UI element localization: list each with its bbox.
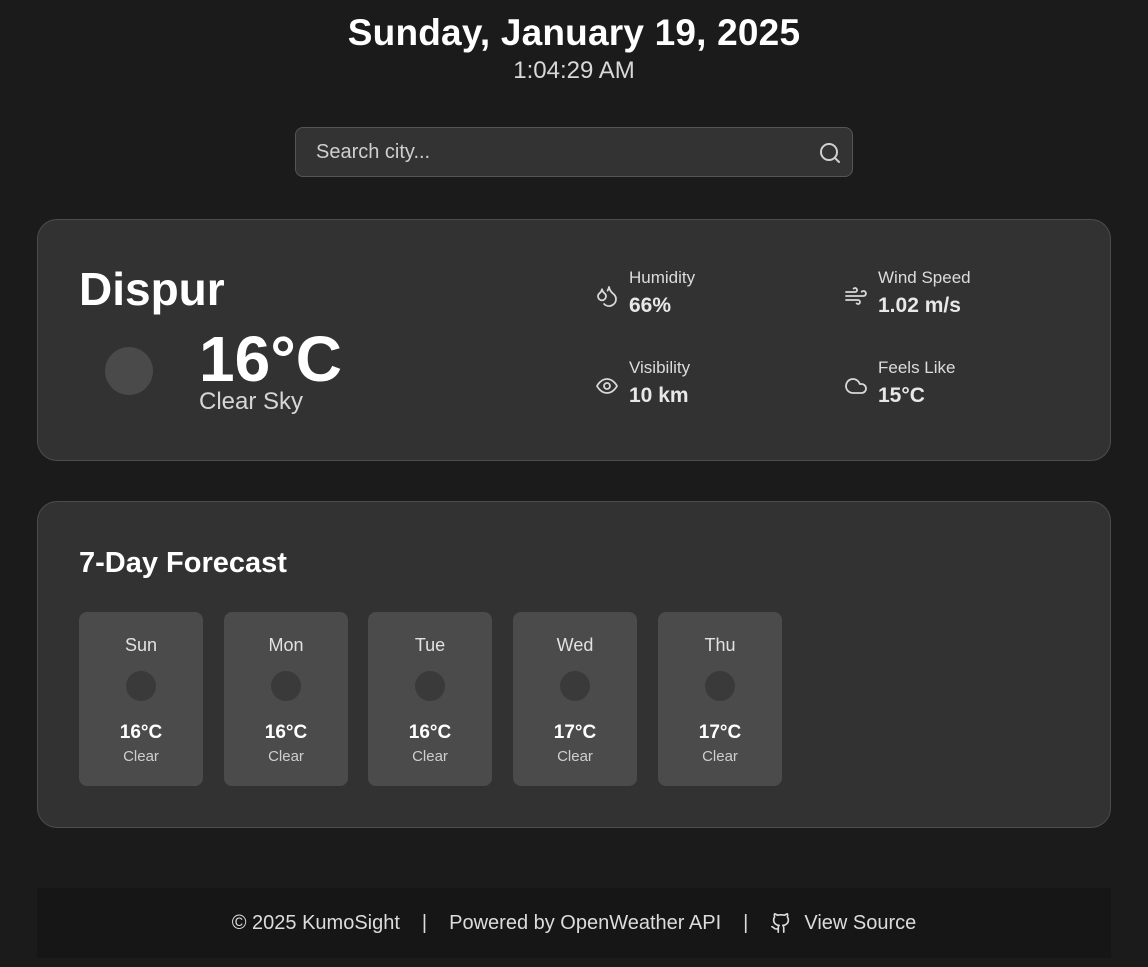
weather-icon	[126, 671, 156, 701]
footer-separator: |	[421, 911, 428, 934]
search-icon[interactable]	[818, 141, 842, 165]
forecast-day-card: Sun 16°C Clear	[79, 612, 203, 786]
wind-speed-stat: Wind Speed 1.02 m/s	[844, 268, 1064, 318]
forecast-day-card: Wed 17°C Clear	[513, 612, 637, 786]
forecast-day: Wed	[556, 635, 594, 655]
cloud-icon	[844, 374, 868, 398]
powered-by-text: Powered by OpenWeather API	[449, 911, 722, 934]
forecast-condition: Clear	[412, 748, 448, 765]
visibility-label: Visibility	[629, 358, 691, 377]
wind-speed-label: Wind Speed	[878, 268, 971, 287]
forecast-condition: Clear	[702, 748, 738, 765]
eye-icon	[595, 374, 619, 398]
search-input[interactable]	[296, 128, 852, 176]
weather-icon	[271, 671, 301, 701]
droplets-icon	[595, 284, 619, 308]
footer-separator: |	[743, 911, 749, 934]
feels-like-value: 15°C	[878, 384, 925, 407]
weather-condition: Clear Sky	[199, 388, 304, 415]
weather-icon	[560, 671, 590, 701]
visibility-stat: Visibility 10 km	[595, 358, 815, 408]
forecast-day: Mon	[268, 635, 304, 655]
humidity-value: 66%	[629, 294, 672, 317]
forecast-day: Thu	[704, 635, 736, 655]
forecast-temp: 16°C	[264, 722, 308, 743]
forecast-day: Tue	[414, 635, 446, 655]
search-bar	[295, 127, 853, 177]
visibility-value: 10 km	[629, 384, 689, 407]
view-source-label: View Source	[804, 911, 917, 934]
feels-like-label: Feels Like	[878, 358, 956, 377]
forecast-condition: Clear	[268, 748, 304, 765]
footer: © 2025 KumoSight | Powered by OpenWeathe…	[37, 888, 1111, 958]
header: Sunday, January 19, 2025 1:04:29 AM	[0, 0, 1148, 86]
forecast-card: 7-Day Forecast Sun 16°C Clear Mon 16°C C…	[37, 501, 1111, 828]
wind-speed-value: 1.02 m/s	[878, 294, 961, 317]
wind-icon	[844, 284, 868, 308]
feels-like-stat: Feels Like 15°C	[844, 358, 1064, 408]
current-weather-card: Dispur 16°C Clear Sky Humidity 66% Wind …	[37, 219, 1111, 461]
forecast-day-card: Thu 17°C Clear	[658, 612, 782, 786]
forecast-title: 7-Day Forecast	[79, 547, 287, 579]
github-icon	[770, 912, 792, 934]
city-name: Dispur	[79, 263, 225, 315]
forecast-day-card: Tue 16°C Clear	[368, 612, 492, 786]
forecast-condition: Clear	[123, 748, 159, 765]
current-time: 1:04:29 AM	[513, 57, 635, 84]
weather-icon	[415, 671, 445, 701]
current-date: Sunday, January 19, 2025	[347, 12, 801, 53]
forecast-day-card: Mon 16°C Clear	[224, 612, 348, 786]
weather-icon	[105, 347, 153, 395]
forecast-temp: 17°C	[553, 722, 597, 743]
forecast-day: Sun	[124, 635, 158, 655]
forecast-temp: 16°C	[119, 722, 163, 743]
view-source-link[interactable]: View Source	[770, 912, 916, 935]
copyright-text: © 2025 KumoSight	[231, 911, 400, 934]
page: Sunday, January 19, 2025 1:04:29 AM Disp…	[0, 0, 1148, 967]
humidity-stat: Humidity 66%	[595, 268, 815, 318]
forecast-temp: 17°C	[698, 722, 742, 743]
humidity-label: Humidity	[629, 268, 696, 287]
forecast-condition: Clear	[557, 748, 593, 765]
current-temperature: 16°C	[199, 323, 342, 395]
forecast-temp: 16°C	[408, 722, 452, 743]
weather-icon	[705, 671, 735, 701]
